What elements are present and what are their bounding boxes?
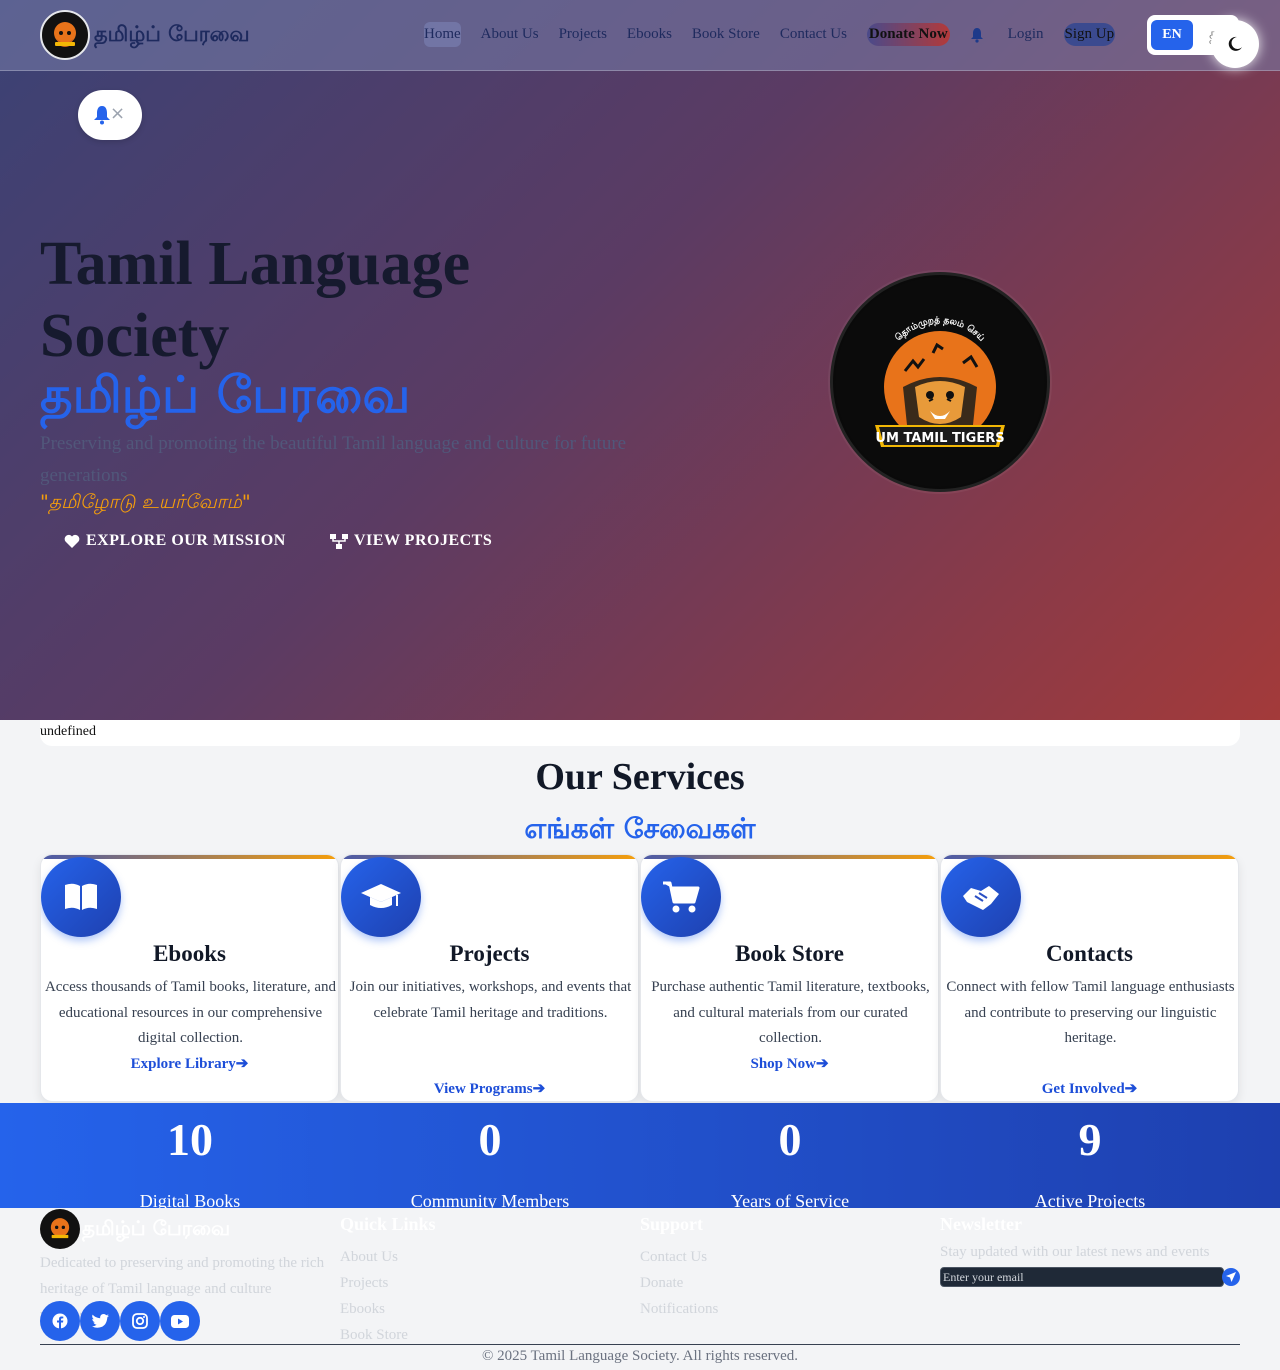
brand-name: தமிழ்ப் பேரவை <box>94 21 250 46</box>
login-link[interactable]: Login <box>1008 22 1044 47</box>
donate-button[interactable]: Donate Now <box>866 23 950 46</box>
explore-library-link[interactable]: Explore Library➔ <box>41 1054 338 1073</box>
card-title: Contacts <box>1046 941 1133 966</box>
card-link-label: View Programs <box>433 1081 533 1097</box>
support-title: Support <box>640 1214 704 1234</box>
footer-logo <box>40 1209 80 1249</box>
close-icon[interactable]: × <box>110 103 125 124</box>
card-title: Book Store <box>735 941 844 966</box>
card-title: Projects <box>449 941 530 966</box>
footer-divider <box>40 1344 1240 1345</box>
card-title: Ebooks <box>153 941 226 966</box>
footer-link-about[interactable]: About Us <box>340 1244 408 1270</box>
card-link-label: Shop Now <box>750 1056 816 1072</box>
book-open-icon <box>41 857 121 937</box>
send-icon[interactable] <box>1222 1268 1240 1286</box>
stat-community-members: 0 Community Members <box>340 1103 640 1212</box>
support-links-list: Contact Us Donate Notifications <box>640 1244 718 1322</box>
card-description: Connect with fellow Tamil language enthu… <box>946 979 1235 1046</box>
hero-quote: "தமிழோடு உயர்வோம்" <box>40 491 251 513</box>
hero-tamil-title: தமிழ்ப் பேரவை <box>40 366 411 424</box>
moon-icon <box>1228 36 1242 51</box>
theme-toggle-button[interactable] <box>1211 20 1259 68</box>
handshake-icon <box>941 857 1021 937</box>
newsletter-email-input[interactable] <box>940 1267 1224 1287</box>
stat-value: 0 <box>778 1114 802 1165</box>
arrow-right-icon: ➔ <box>532 1081 546 1097</box>
card-link-label: Get Involved <box>1041 1081 1125 1097</box>
banner-image: undefined <box>40 720 1240 746</box>
quick-links-title: Quick Links <box>340 1214 436 1234</box>
card-link-label: Explore Library <box>130 1056 236 1072</box>
lang-en-button[interactable]: EN <box>1151 20 1193 50</box>
card-description: Purchase authentic Tamil literature, tex… <box>651 979 930 1046</box>
hero-logo: தொம்முறத் தலம் செய் UM TAMIL TIGERS <box>830 272 1050 492</box>
sitemap-icon <box>330 533 348 549</box>
footer-link-notifications[interactable]: Notifications <box>640 1296 718 1322</box>
stat-digital-books: 10 Digital Books <box>40 1103 340 1212</box>
arrow-right-icon: ➔ <box>235 1056 249 1072</box>
service-card-ebooks[interactable]: Ebooks Access thousands of Tamil books, … <box>40 854 339 1102</box>
footer-brand-name: தமிழ்ப் பேரவை <box>82 1215 231 1240</box>
arrow-right-icon: ➔ <box>1124 1081 1138 1097</box>
social-links <box>40 1301 200 1341</box>
stat-years-of-service: 0 Years of Service <box>640 1103 940 1212</box>
services-tamil-title: எங்கள் சேவைகள் <box>524 812 756 845</box>
navbar: தமிழ்ப் பேரவை Home About Us Projects Ebo… <box>0 0 1280 71</box>
service-card-book-store[interactable]: Book Store Purchase authentic Tamil lite… <box>640 854 939 1102</box>
view-projects-label: VIEW PROJECTS <box>354 532 493 549</box>
view-programs-link[interactable]: View Programs➔ <box>341 1079 638 1098</box>
bell-icon[interactable] <box>970 27 984 43</box>
service-card-projects[interactable]: Projects Join our initiatives, workshops… <box>340 854 639 1102</box>
facebook-icon[interactable] <box>40 1301 80 1341</box>
get-involved-link[interactable]: Get Involved➔ <box>941 1079 1238 1098</box>
nav-about[interactable]: About Us <box>481 22 539 47</box>
nav-home[interactable]: Home <box>424 22 461 47</box>
stat-active-projects: 9 Active Projects <box>940 1103 1240 1212</box>
stats-bar: 10 Digital Books 0 Community Members 0 Y… <box>0 1103 1280 1211</box>
logo-banner-text: UM TAMIL TIGERS <box>875 431 1004 446</box>
nav-contact[interactable]: Contact Us <box>780 22 847 47</box>
notification-toggle[interactable]: × <box>78 90 142 140</box>
explore-mission-label: EXPLORE OUR MISSION <box>86 532 286 549</box>
stat-value: 10 <box>167 1114 213 1165</box>
quick-links-list: About Us Projects Ebooks Book Store <box>340 1244 408 1348</box>
nav-projects[interactable]: Projects <box>559 22 607 47</box>
nav-ebooks[interactable]: Ebooks <box>627 22 672 47</box>
nav-book-store[interactable]: Book Store <box>692 22 760 47</box>
card-description: Access thousands of Tamil books, literat… <box>44 979 337 1046</box>
newsletter-title: Newsletter <box>940 1214 1022 1234</box>
twitter-icon[interactable] <box>80 1301 120 1341</box>
brand-logo <box>40 10 90 60</box>
stat-value: 9 <box>1078 1114 1102 1165</box>
graduation-cap-icon <box>341 857 421 937</box>
instagram-icon[interactable] <box>120 1301 160 1341</box>
shop-now-link[interactable]: Shop Now➔ <box>641 1054 938 1073</box>
card-description: Join our initiatives, workshops, and eve… <box>349 979 632 1021</box>
footer-link-contact[interactable]: Contact Us <box>640 1244 718 1270</box>
copyright: © 2025 Tamil Language Society. All right… <box>481 1348 799 1364</box>
footer-link-ebooks[interactable]: Ebooks <box>340 1296 408 1322</box>
hero-title: Tamil Language Society <box>40 230 471 370</box>
shopping-cart-icon <box>641 857 721 937</box>
hero-description: Preserving and promoting the beautiful T… <box>40 433 627 486</box>
nav-links: Home About Us Projects Ebooks Book Store… <box>424 22 1135 47</box>
stat-value: 0 <box>478 1114 502 1165</box>
footer-link-donate[interactable]: Donate <box>640 1270 718 1296</box>
brand[interactable]: தமிழ்ப் பேரவை <box>40 10 250 60</box>
footer-brand: தமிழ்ப் பேரவை <box>40 1209 230 1249</box>
explore-mission-button[interactable]: EXPLORE OUR MISSION <box>64 528 286 554</box>
banner-image-alt: undefined <box>40 724 96 739</box>
service-card-contacts[interactable]: Contacts Connect with fellow Tamil langu… <box>940 854 1239 1102</box>
services-title: Our Services <box>535 756 745 798</box>
view-projects-button[interactable]: VIEW PROJECTS <box>330 528 492 554</box>
bell-icon <box>94 106 110 125</box>
arrow-right-icon: ➔ <box>815 1056 829 1072</box>
footer-link-projects[interactable]: Projects <box>340 1270 408 1296</box>
newsletter-text: Stay updated with our latest news and ev… <box>940 1244 1210 1260</box>
youtube-icon[interactable] <box>160 1301 200 1341</box>
signup-button[interactable]: Sign Up <box>1063 23 1116 46</box>
heart-icon <box>64 534 80 548</box>
